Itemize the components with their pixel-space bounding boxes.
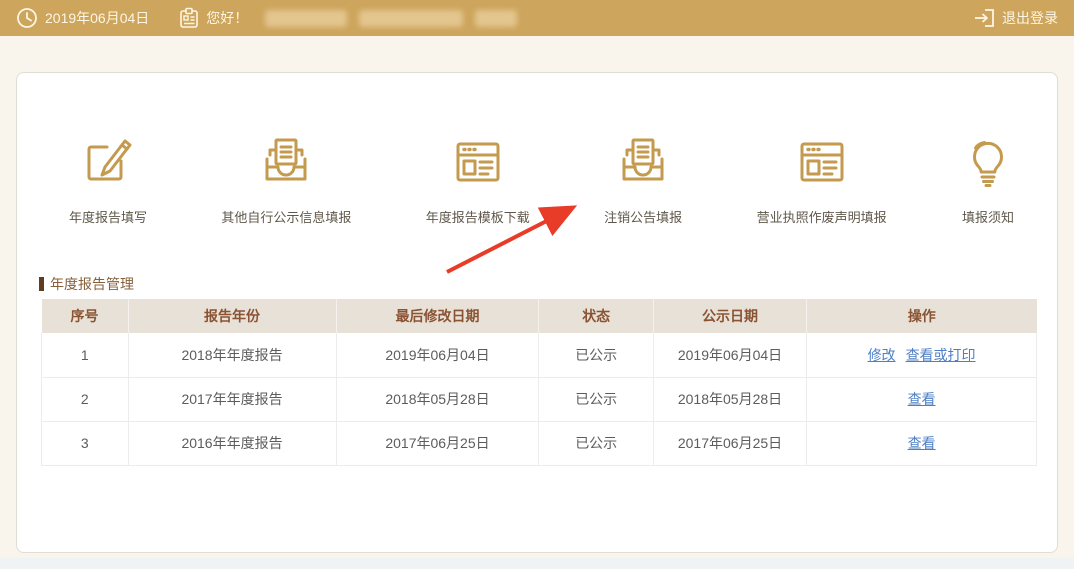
cell-status: 已公示 (538, 377, 654, 422)
shortcut-cancellation-announcement[interactable]: 注销公告填报 (604, 135, 682, 226)
logout-label: 退出登录 (1002, 10, 1058, 26)
topbar-user-group: 您好！ (179, 7, 518, 29)
shortcut-annual-report-fill[interactable]: 年度报告填写 (69, 135, 147, 226)
shortcut-label: 注销公告填报 (604, 210, 683, 225)
submit-inbox-icon (622, 138, 664, 181)
cell-no: 3 (41, 421, 129, 466)
edit-square-icon (87, 139, 132, 181)
topbar-date-group: 2019年06月04日 (16, 7, 149, 29)
view-link[interactable]: 查看 (908, 435, 936, 451)
submit-inbox-icon (265, 138, 307, 181)
template-window-icon (456, 142, 500, 182)
section-title-annual-report-management: 年度报告管理 (39, 274, 134, 294)
lightbulb-icon (972, 141, 1003, 187)
cell-report-year: 2018年年度报告 (128, 333, 337, 378)
shortcut-filing-instructions[interactable]: 填报须知 (961, 135, 1015, 226)
current-date: 2019年06月04日 (45, 10, 150, 26)
view-or-print-link[interactable]: 查看或打印 (906, 347, 976, 363)
col-header-report-year: 报告年份 (128, 299, 337, 333)
col-header-publish-date: 公示日期 (653, 299, 808, 333)
table-row: 1 2018年年度报告 2019年06月04日 已公示 2019年06月04日 … (41, 333, 1037, 378)
shortcut-label: 填报须知 (961, 210, 1014, 225)
shortcut-label: 其他自行公示信息填报 (221, 210, 352, 225)
table-header-row: 序号 报告年份 最后修改日期 状态 公示日期 操作 (41, 299, 1037, 333)
greeting-text: 您好！ (206, 10, 249, 26)
cell-report-year: 2017年年度报告 (128, 377, 337, 422)
section-bullet (39, 277, 44, 291)
shortcuts-row: 年度报告填写 其他自行公示信息填报 年度报告模板下载 注销公告填报 营业执照作废… (69, 135, 1015, 226)
cell-no: 2 (41, 377, 129, 422)
cell-status: 已公示 (538, 333, 654, 378)
section-title-text: 年度报告管理 (50, 276, 134, 292)
topbar: 2019年06月04日 您好！ 退出登录 (0, 0, 1074, 36)
id-badge-icon (180, 7, 199, 28)
cell-status: 已公示 (538, 421, 654, 466)
clock-icon (17, 8, 37, 28)
template-window-icon (800, 142, 844, 182)
col-header-status: 状态 (538, 299, 654, 333)
bottom-strip (0, 558, 1074, 569)
cell-last-modified: 2018年05月28日 (336, 377, 540, 422)
cell-publish-date: 2019年06月04日 (653, 333, 808, 378)
modify-link[interactable]: 修改 (868, 347, 896, 363)
cell-publish-date: 2017年06月25日 (653, 421, 808, 466)
col-header-no: 序号 (41, 299, 129, 333)
cell-no: 1 (41, 333, 129, 378)
table-row: 3 2016年年度报告 2017年06月25日 已公示 2017年06月25日 … (41, 421, 1037, 466)
view-link[interactable]: 查看 (908, 391, 936, 407)
cell-operations: 查看 (806, 377, 1037, 422)
shortcut-license-invalidation[interactable]: 营业执照作废声明填报 (757, 135, 887, 226)
table-row: 2 2017年年度报告 2018年05月28日 已公示 2018年05月28日 … (41, 377, 1037, 422)
redacted-user-name (265, 9, 518, 27)
annual-report-table: 序号 报告年份 最后修改日期 状态 公示日期 操作 1 2018年年度报告 20… (41, 299, 1037, 466)
shortcut-template-download[interactable]: 年度报告模板下载 (426, 135, 530, 226)
shortcut-label: 年度报告模板下载 (425, 210, 530, 225)
logout-icon (975, 9, 994, 27)
cell-publish-date: 2018年05月28日 (653, 377, 808, 422)
shortcut-other-disclosure[interactable]: 其他自行公示信息填报 (221, 135, 351, 226)
shortcut-label: 营业执照作废声明填报 (756, 210, 887, 225)
cell-report-year: 2016年年度报告 (128, 421, 337, 466)
logout-button[interactable]: 退出登录 (973, 8, 1058, 28)
cell-last-modified: 2019年06月04日 (336, 333, 540, 378)
cell-operations: 修改 查看或打印 (806, 333, 1037, 378)
col-header-operation: 操作 (806, 299, 1037, 333)
col-header-last-modified: 最后修改日期 (336, 299, 540, 333)
cell-operations: 查看 (806, 421, 1037, 466)
cell-last-modified: 2017年06月25日 (336, 421, 540, 466)
shortcut-label: 年度报告填写 (69, 210, 148, 225)
main-panel: 年度报告填写 其他自行公示信息填报 年度报告模板下载 注销公告填报 营业执照作废… (16, 72, 1058, 553)
